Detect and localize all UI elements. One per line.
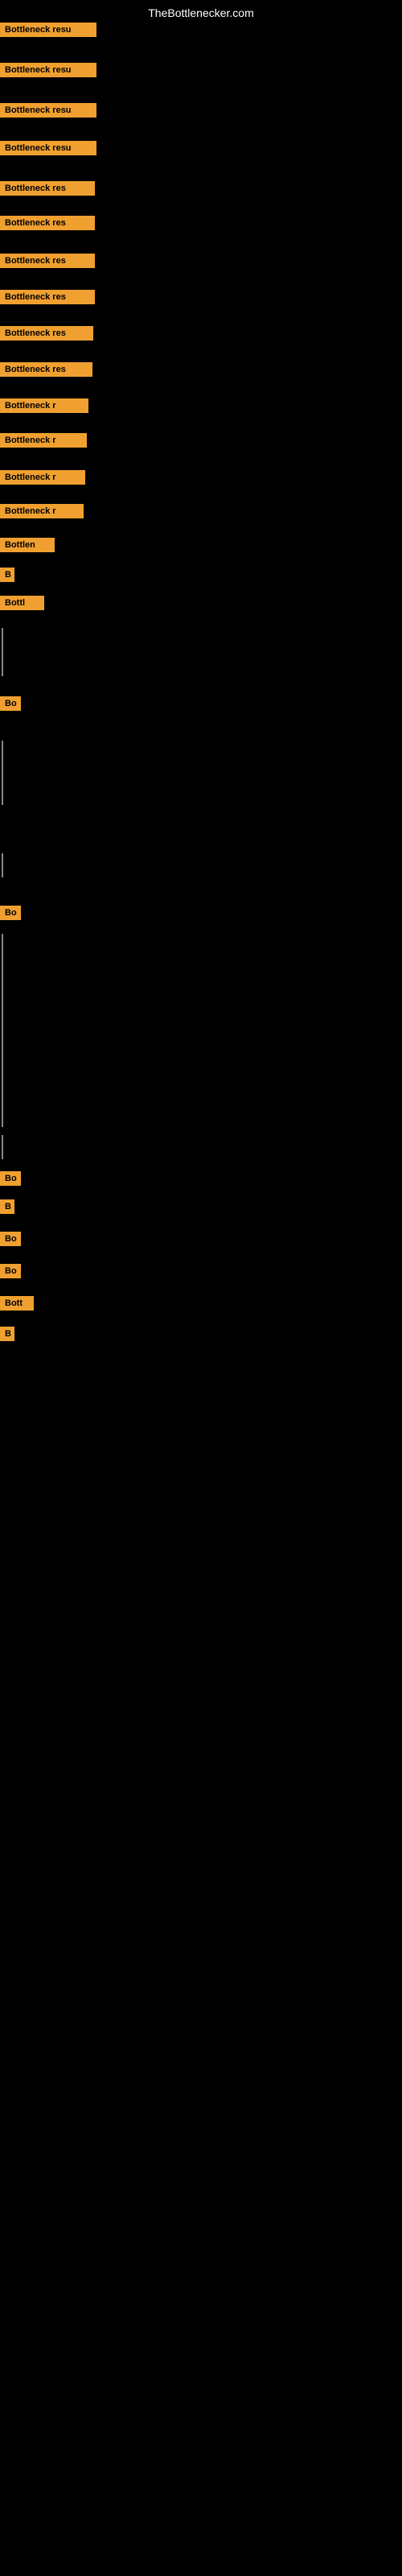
bottleneck-badge: B — [0, 1327, 14, 1341]
vertical-line — [2, 1135, 3, 1159]
bottleneck-badge: Bottleneck r — [0, 398, 88, 413]
bottleneck-badge: Bottleneck res — [0, 181, 95, 196]
bottleneck-badge: B — [0, 1199, 14, 1214]
bottleneck-badge: Bo — [0, 1232, 21, 1246]
bottleneck-badge: Bottleneck res — [0, 216, 95, 230]
bottleneck-badge: Bottlen — [0, 538, 55, 552]
bottleneck-badge: Bottleneck res — [0, 362, 92, 377]
bottleneck-badge: Bottl — [0, 596, 44, 610]
vertical-line — [2, 934, 3, 1127]
bottleneck-badge: Bo — [0, 696, 21, 711]
bottleneck-badge: Bo — [0, 906, 21, 920]
bottleneck-badge: Bottleneck r — [0, 470, 85, 485]
bottleneck-badge: Bottleneck res — [0, 326, 93, 341]
vertical-line — [2, 628, 3, 676]
bottleneck-badge: Bottleneck resu — [0, 141, 96, 155]
bottleneck-badge: Bottleneck r — [0, 504, 84, 518]
bottleneck-badge: B — [0, 568, 14, 582]
bottleneck-badge: Bottleneck res — [0, 290, 95, 304]
bottleneck-badge: Bottleneck r — [0, 433, 87, 448]
vertical-line — [2, 741, 3, 805]
bottleneck-badge: Bottleneck resu — [0, 23, 96, 37]
bottleneck-badge: Bo — [0, 1171, 21, 1186]
bottleneck-badge: Bo — [0, 1264, 21, 1278]
bottleneck-badge: Bott — [0, 1296, 34, 1311]
bottleneck-badge: Bottleneck resu — [0, 63, 96, 77]
bottleneck-badge: Bottleneck res — [0, 254, 95, 268]
bottleneck-badge: Bottleneck resu — [0, 103, 96, 118]
vertical-line — [2, 853, 3, 877]
